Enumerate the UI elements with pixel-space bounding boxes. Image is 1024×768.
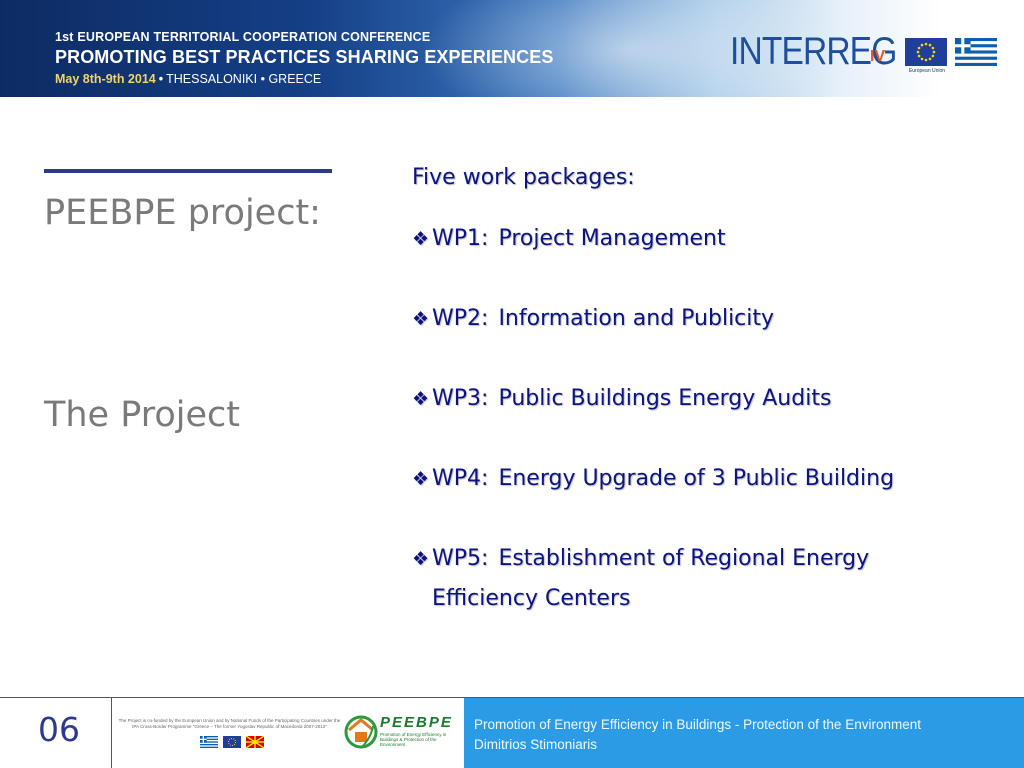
footer-info-box: Promotion of Energy Efficiency in Buildi… [464, 698, 1024, 768]
conference-banner: 1st EUROPEAN TERRITORIAL COOPERATION CON… [0, 0, 1024, 97]
interreg-roman-numeral: IV [870, 48, 886, 65]
cofunding-notice: The Project is co-funded by the European… [118, 718, 341, 729]
separator-dot: • [158, 72, 164, 86]
eu-flag-small-icon [223, 736, 242, 748]
work-package-label: Information and Publicity [498, 306, 775, 331]
work-package-item: ❖ WP2: Information and Publicity [412, 299, 1012, 339]
diamond-bullet-icon: ❖ [412, 468, 430, 490]
work-package-code: WP5: [432, 546, 489, 571]
work-package-code: WP2: [432, 306, 489, 331]
work-package-label: Public Buildings Energy Audits [498, 386, 832, 411]
peebpe-wordmark: PEEBPE [380, 714, 453, 731]
peebpe-logo: PEEBPE Promotion of Energy Efficiency in… [343, 712, 458, 752]
work-package-label-continuation: Efficiency Centers [432, 586, 631, 611]
diamond-bullet-icon: ❖ [412, 548, 430, 570]
work-package-code: WP4: [432, 466, 489, 491]
work-package-label: Project Management [498, 226, 726, 251]
eu-caption: European Union [908, 68, 946, 74]
work-package-label: Energy Upgrade of 3 Public Building [498, 466, 895, 491]
footer-separator [111, 697, 112, 768]
diamond-bullet-icon: ❖ [412, 388, 430, 410]
conference-edition: 1st EUROPEAN TERRITORIAL COOPERATION CON… [55, 30, 431, 44]
footer-author: Dimitrios Stimoniaris [474, 737, 598, 752]
diamond-bullet-icon: ❖ [412, 308, 430, 330]
footer-project-title: Promotion of Energy Efficiency in Buildi… [474, 717, 921, 732]
work-package-item: ❖ WP3: Public Buildings Energy Audits [412, 379, 1012, 419]
diamond-bullet-icon: ❖ [412, 228, 430, 250]
slide-content: Five work packages: ❖ WP1: Project Managem… [412, 158, 1012, 659]
work-package-item: ❖ WP1: Project Management [412, 219, 1012, 259]
conference-title: PROMOTING BEST PRACTICES SHARING EXPERIE… [55, 47, 554, 67]
partner-flags [200, 733, 265, 752]
conference-location: THESSALONIKI • GREECE [166, 72, 322, 86]
work-package-item: ❖ WP4: Energy Upgrade of 3 Public Building [412, 459, 1012, 499]
north-macedonia-flag-small-icon [245, 735, 265, 749]
greek-flag-icon [955, 38, 997, 66]
content-heading: Five work packages: [412, 165, 635, 190]
work-package-label: Establishment of Regional Energy [498, 546, 870, 571]
page-number: 06 [38, 710, 80, 749]
house-leaf-icon [344, 715, 378, 749]
greek-flag-small-icon [200, 736, 218, 748]
title-rule [44, 169, 332, 173]
slide-subtitle: The Project [44, 395, 240, 435]
conference-date-location: May 8th-9th 2014 • THESSALONIKI • GREECE [55, 72, 321, 86]
interreg-logo: INTERREG IV [730, 30, 900, 74]
work-package-code: WP3: [432, 386, 489, 411]
slide-title: PEEBPE project: [44, 193, 321, 233]
eu-flag-icon [905, 38, 947, 66]
peebpe-tagline: Promotion of Energy Efficiency in Buildi… [380, 732, 447, 747]
work-package-code: WP1: [432, 226, 489, 251]
work-package-item: ❖ WP5: Establishment of Regional Energy Eff… [412, 539, 1012, 619]
conference-dates: May 8th-9th 2014 [55, 72, 156, 86]
work-package-list: ❖ WP1: Project Management ❖ WP2: Information … [412, 219, 1012, 619]
